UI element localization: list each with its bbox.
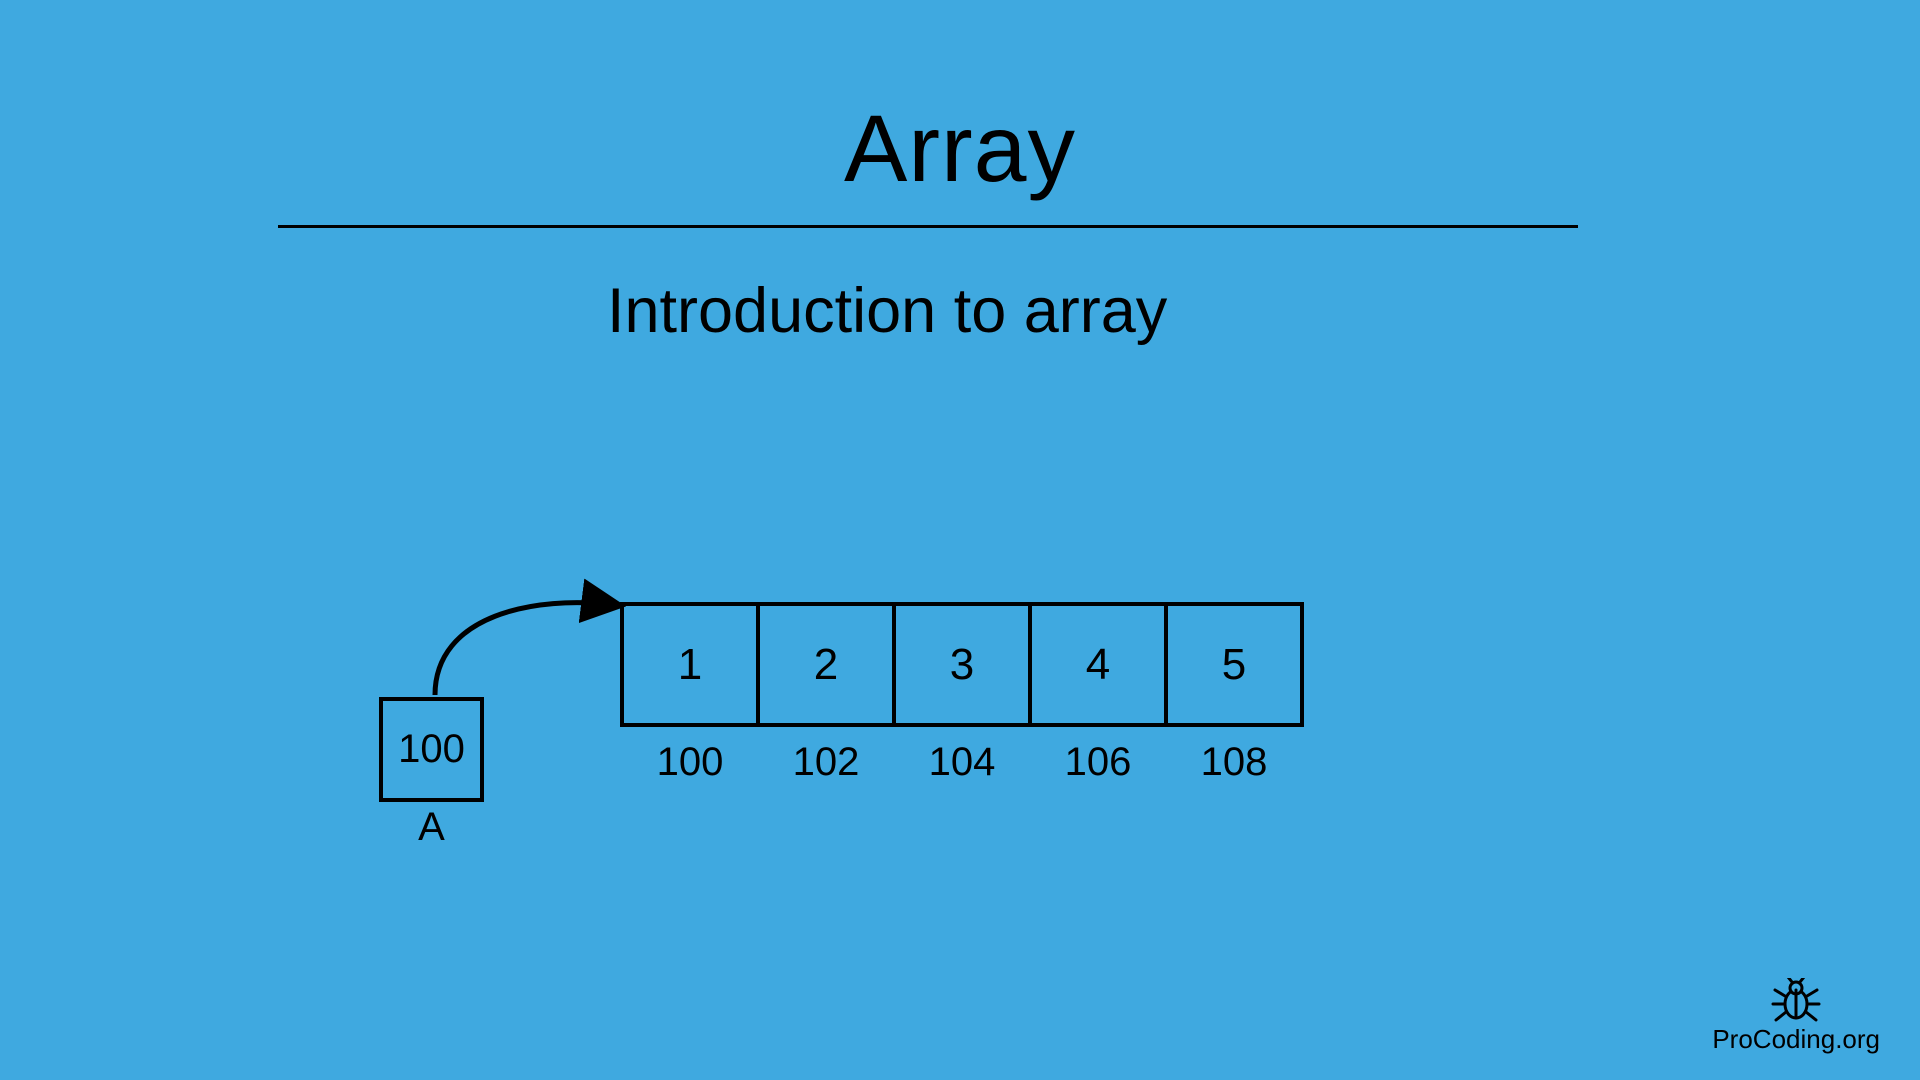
cell-value: 5 bbox=[1222, 640, 1246, 690]
page-title: Array bbox=[844, 95, 1076, 204]
pointer-label: A bbox=[379, 805, 484, 850]
cell-value: 3 bbox=[950, 640, 974, 690]
array-cell: 4 bbox=[1028, 602, 1168, 727]
cell-value: 1 bbox=[678, 640, 702, 690]
cell-value: 4 bbox=[1086, 640, 1110, 690]
array-cell: 3 bbox=[892, 602, 1032, 727]
array-address: 102 bbox=[756, 740, 896, 785]
array-address: 106 bbox=[1028, 740, 1168, 785]
array-cell: 2 bbox=[756, 602, 896, 727]
cell-value: 2 bbox=[814, 640, 838, 690]
bug-icon bbox=[1771, 978, 1821, 1022]
brand-footer: ProCoding.org bbox=[1712, 978, 1880, 1055]
array-cell: 5 bbox=[1164, 602, 1304, 727]
array-addresses: 100 102 104 106 108 bbox=[620, 740, 1304, 785]
array-address: 108 bbox=[1164, 740, 1304, 785]
array-cell: 1 bbox=[620, 602, 760, 727]
brand-text: ProCoding.org bbox=[1712, 1024, 1880, 1055]
pointer-arrow-icon bbox=[425, 580, 635, 720]
array-address: 100 bbox=[620, 740, 760, 785]
array-address: 104 bbox=[892, 740, 1032, 785]
pointer-value: 100 bbox=[398, 727, 465, 772]
page-subtitle: Introduction to array bbox=[607, 275, 1167, 347]
array-cells: 1 2 3 4 5 bbox=[620, 602, 1304, 727]
title-divider bbox=[278, 225, 1578, 228]
